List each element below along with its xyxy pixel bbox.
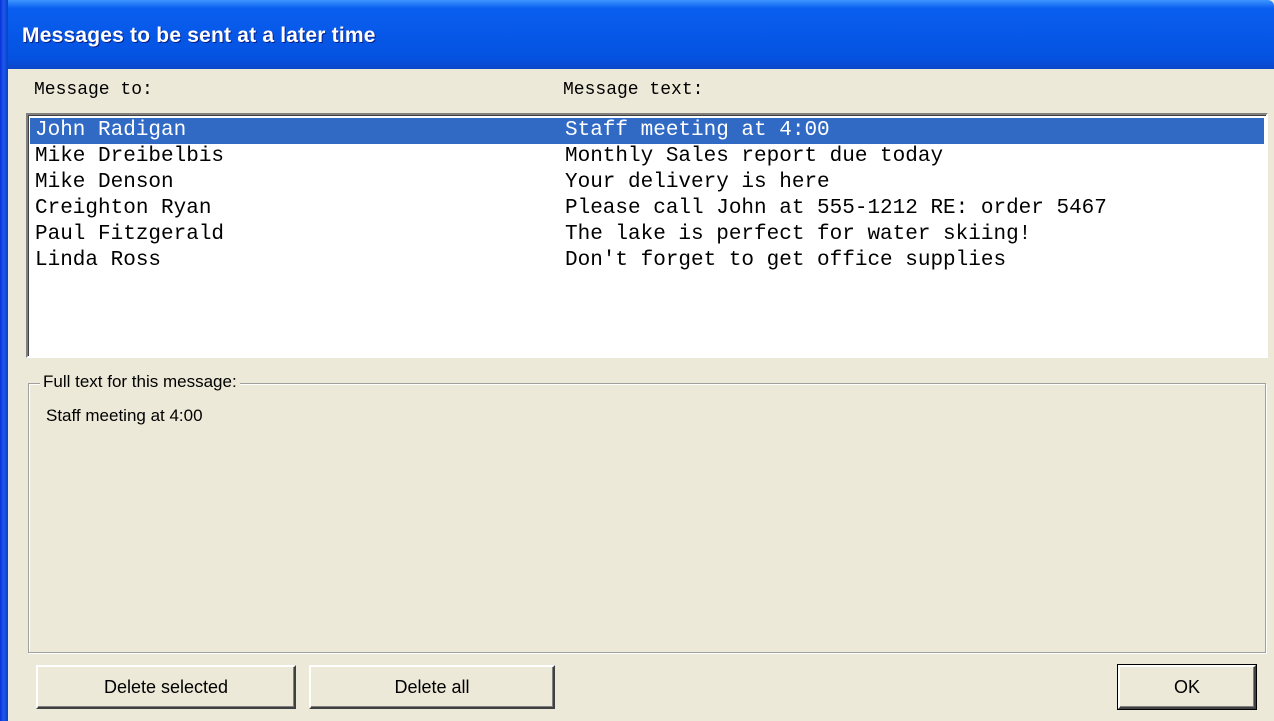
column-header-message-to: Message to: [34, 80, 153, 100]
list-item[interactable]: Mike Denson Your delivery is here [30, 170, 1264, 196]
column-header-message-text: Message text: [563, 80, 704, 100]
list-item-recipient: Mike Denson [35, 171, 174, 194]
delete-all-button[interactable]: Delete all [309, 665, 555, 709]
window-left-border [0, 0, 8, 721]
list-item[interactable]: Mike Dreibelbis Monthly Sales report due… [30, 144, 1264, 170]
list-item[interactable]: John Radigan Staff meeting at 4:00 [30, 118, 1264, 144]
list-item-message-text: Don't forget to get office supplies [565, 249, 1007, 272]
list-item-recipient: Creighton Ryan [35, 197, 212, 220]
delete-selected-button[interactable]: Delete selected [36, 665, 296, 709]
full-text-value: Staff meeting at 4:00 [46, 406, 203, 425]
list-item[interactable]: Linda Ross Don't forget to get office su… [30, 248, 1264, 274]
list-item-message-text: Please call John at 555-1212 RE: order 5… [565, 197, 1107, 220]
list-item-recipient: Linda Ross [35, 249, 162, 272]
messages-list: John Radigan Staff meeting at 4:00 Mike … [28, 115, 1266, 356]
list-item-recipient: Paul Fitzgerald [35, 223, 225, 246]
full-text-label: Full text for this message: [40, 372, 240, 392]
full-text-groupbox [28, 383, 1266, 653]
list-item[interactable]: Paul Fitzgerald The lake is perfect for … [30, 222, 1264, 248]
ok-button[interactable]: OK [1117, 664, 1257, 710]
list-item-recipient: John Radigan [35, 119, 187, 142]
list-item-recipient: Mike Dreibelbis [35, 145, 225, 168]
list-item-message-text: The lake is perfect for water skiing! [565, 223, 1032, 246]
list-item-message-text: Your delivery is here [565, 171, 830, 194]
dialog-window: Messages to be sent at a later time Mess… [0, 0, 1274, 721]
messages-listbox[interactable]: John Radigan Staff meeting at 4:00 Mike … [26, 113, 1268, 358]
list-item-message-text: Staff meeting at 4:00 [565, 119, 830, 142]
window-title: Messages to be sent at a later time [22, 24, 376, 47]
list-item[interactable]: Creighton Ryan Please call John at 555-1… [30, 196, 1264, 222]
title-bar[interactable]: Messages to be sent at a later time [0, 0, 1274, 69]
list-item-message-text: Monthly Sales report due today [565, 145, 944, 168]
